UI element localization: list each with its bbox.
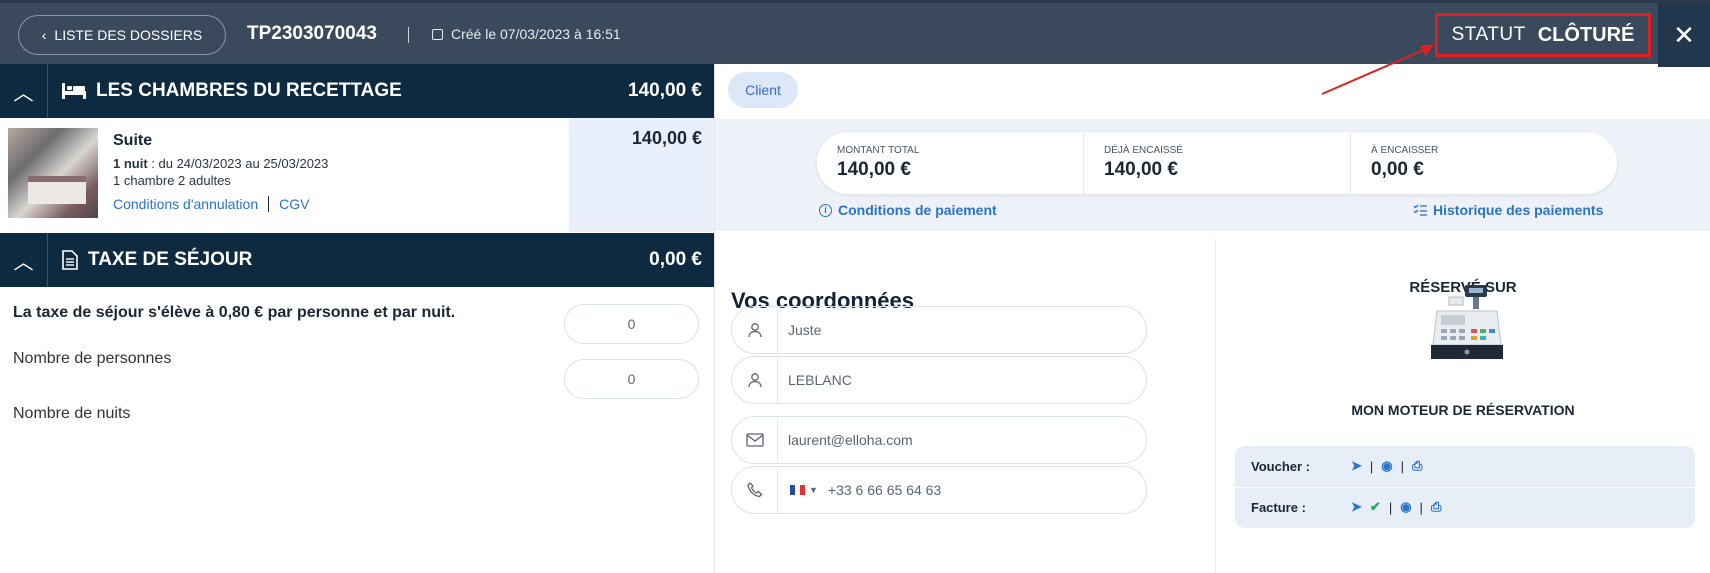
payment-conditions-link[interactable]: i Conditions de paiement (819, 202, 997, 218)
phone-field[interactable]: ▼ +33 6 66 65 64 63 (731, 466, 1147, 514)
collapse-rooms-button[interactable]: ︿ (0, 64, 48, 118)
room-date-range: : du 24/03/2023 au 25/03/2023 (147, 156, 329, 171)
print-icon[interactable]: ⎙ (1412, 458, 1422, 474)
payment-history-link[interactable]: Historique des paiements (1413, 202, 1603, 218)
send-icon[interactable]: ➤ (1351, 499, 1362, 515)
country-select[interactable]: ▼ (790, 485, 818, 495)
room-row: Suite 1 nuit : du 24/03/2023 au 25/03/20… (0, 118, 714, 232)
tax-description: La taxe de séjour s'élève à 0,80 € par p… (13, 304, 456, 321)
last-name-value: LEBLANC (788, 372, 852, 388)
phone-value: +33 6 66 65 64 63 (827, 482, 942, 498)
room-nights: 1 nuit (113, 156, 148, 171)
nights-input[interactable]: 0 (564, 359, 699, 399)
collected-value: 140,00 € (1104, 159, 1178, 180)
chevron-up-icon: ︿ (13, 251, 34, 274)
divider (1235, 487, 1695, 488)
room-name: Suite (113, 132, 153, 149)
tax-section-total: 0,00 € (649, 249, 702, 270)
check-circle-icon: ✔ (1369, 499, 1381, 514)
france-flag-icon (790, 485, 805, 495)
voucher-row: Voucher : ➤ | ◉ | ⎙ (1251, 458, 1422, 474)
print-icon[interactable]: ⎙ (1431, 499, 1441, 515)
divider (408, 27, 409, 43)
user-icon (732, 307, 778, 353)
mail-icon (732, 417, 778, 463)
payment-summary: MONTANT TOTAL 140,00 € DÉJÀ ENCAISSÉ 140… (715, 119, 1710, 231)
rooms-section-total: 140,00 € (628, 80, 702, 101)
link-divider (268, 196, 270, 212)
divider: | (1419, 499, 1423, 515)
divider: | (1369, 458, 1374, 474)
room-price: 140,00 € (569, 118, 714, 232)
booking-engine-name: MON MOTEUR DE RÉSERVATION (1351, 402, 1575, 418)
email-field[interactable]: laurent@elloha.com (731, 416, 1147, 464)
documents-box: Voucher : ➤ | ◉ | ⎙ Facture : ➤ ✔ | ◉ | … (1235, 446, 1695, 528)
eye-icon[interactable]: ◉ (1381, 458, 1392, 474)
voucher-label: Voucher : (1251, 458, 1310, 474)
divider: | (1388, 499, 1393, 515)
status-badge: STATUT CLÔTURÉ (1435, 13, 1651, 57)
calendar-icon (432, 28, 443, 40)
divider: | (1400, 458, 1405, 474)
payment-conditions-label: Conditions de paiement (838, 202, 997, 218)
phone-icon (732, 467, 778, 513)
invoice-row: Facture : ➤ ✔ | ◉ | ⎙ (1251, 499, 1441, 515)
status-label: STATUT (1451, 24, 1526, 45)
chevron-down-icon: ▼ (809, 485, 818, 495)
collapse-tax-button[interactable]: ︿ (0, 233, 48, 287)
to-collect-label: À ENCAISSER (1371, 145, 1439, 156)
total-amount-value: 140,00 € (837, 159, 911, 180)
chevron-up-icon: ︿ (13, 82, 34, 105)
cgv-link[interactable]: CGV (279, 196, 309, 212)
status-value: CLÔTURÉ (1537, 23, 1635, 46)
right-panel: Client MONTANT TOTAL 140,00 € DÉJÀ ENCAI… (714, 64, 1710, 573)
room-occupancy: 1 chambre 2 adultes (113, 173, 231, 188)
rooms-section-title: LES CHAMBRES DU RECETTAGE (96, 80, 402, 101)
cancellation-conditions-link[interactable]: Conditions d'annulation (113, 196, 258, 212)
chevron-left-icon: ‹ (41, 27, 47, 43)
tab-client[interactable]: Client (728, 72, 798, 108)
first-name-field[interactable]: Juste (731, 306, 1147, 354)
tax-section-title: TAXE DE SÉJOUR (88, 249, 253, 270)
nights-label: Nombre de nuits (13, 405, 131, 422)
created-label: Créé le 07/03/2023 à 16:51 (451, 26, 621, 42)
eye-icon[interactable]: ◉ (1400, 499, 1411, 515)
file-id: TP2303070043 (247, 23, 377, 44)
bed-icon (62, 83, 86, 99)
to-collect-value: 0,00 € (1371, 159, 1424, 180)
info-icon: i (819, 203, 832, 217)
tax-section-header: ︿ TAXE DE SÉJOUR 0,00 € (0, 233, 714, 287)
payment-history-label: Historique des paiements (1433, 202, 1604, 218)
total-amount-label: MONTANT TOTAL (837, 145, 920, 156)
first-name-value: Juste (788, 322, 822, 338)
created-date: Créé le 07/03/2023 à 16:51 (432, 26, 621, 42)
user-icon (732, 357, 778, 403)
room-photo (8, 128, 98, 218)
last-name-field[interactable]: LEBLANC (731, 356, 1147, 404)
rooms-section-header: ︿ LES CHAMBRES DU RECETTAGE 140,00 € (0, 64, 714, 118)
persons-label: Nombre de personnes (13, 350, 172, 367)
collected-label: DÉJÀ ENCAISSÉ (1104, 145, 1183, 156)
back-button-label: LISTE DES DOSSIERS (54, 27, 203, 43)
left-panel: ︿ LES CHAMBRES DU RECETTAGE 140,00 € Sui… (0, 64, 714, 573)
payment-card: MONTANT TOTAL 140,00 € DÉJÀ ENCAISSÉ 140… (817, 132, 1617, 194)
close-button[interactable]: ✕ (1658, 3, 1710, 67)
invoice-label: Facture : (1251, 499, 1306, 515)
back-to-list-button[interactable]: ‹ LISTE DES DOSSIERS (18, 15, 226, 55)
cash-register-icon (1431, 285, 1503, 359)
checklist-icon (1413, 204, 1427, 216)
document-icon (62, 250, 78, 270)
room-dates: 1 nuit : du 24/03/2023 au 25/03/2023 (113, 156, 328, 171)
email-value: laurent@elloha.com (788, 432, 913, 448)
close-icon: ✕ (1673, 19, 1695, 50)
send-icon[interactable]: ➤ (1351, 458, 1362, 474)
top-bar: ‹ LISTE DES DOSSIERS TP2303070043 Créé l… (0, 0, 1710, 67)
persons-input[interactable]: 0 (564, 304, 699, 344)
